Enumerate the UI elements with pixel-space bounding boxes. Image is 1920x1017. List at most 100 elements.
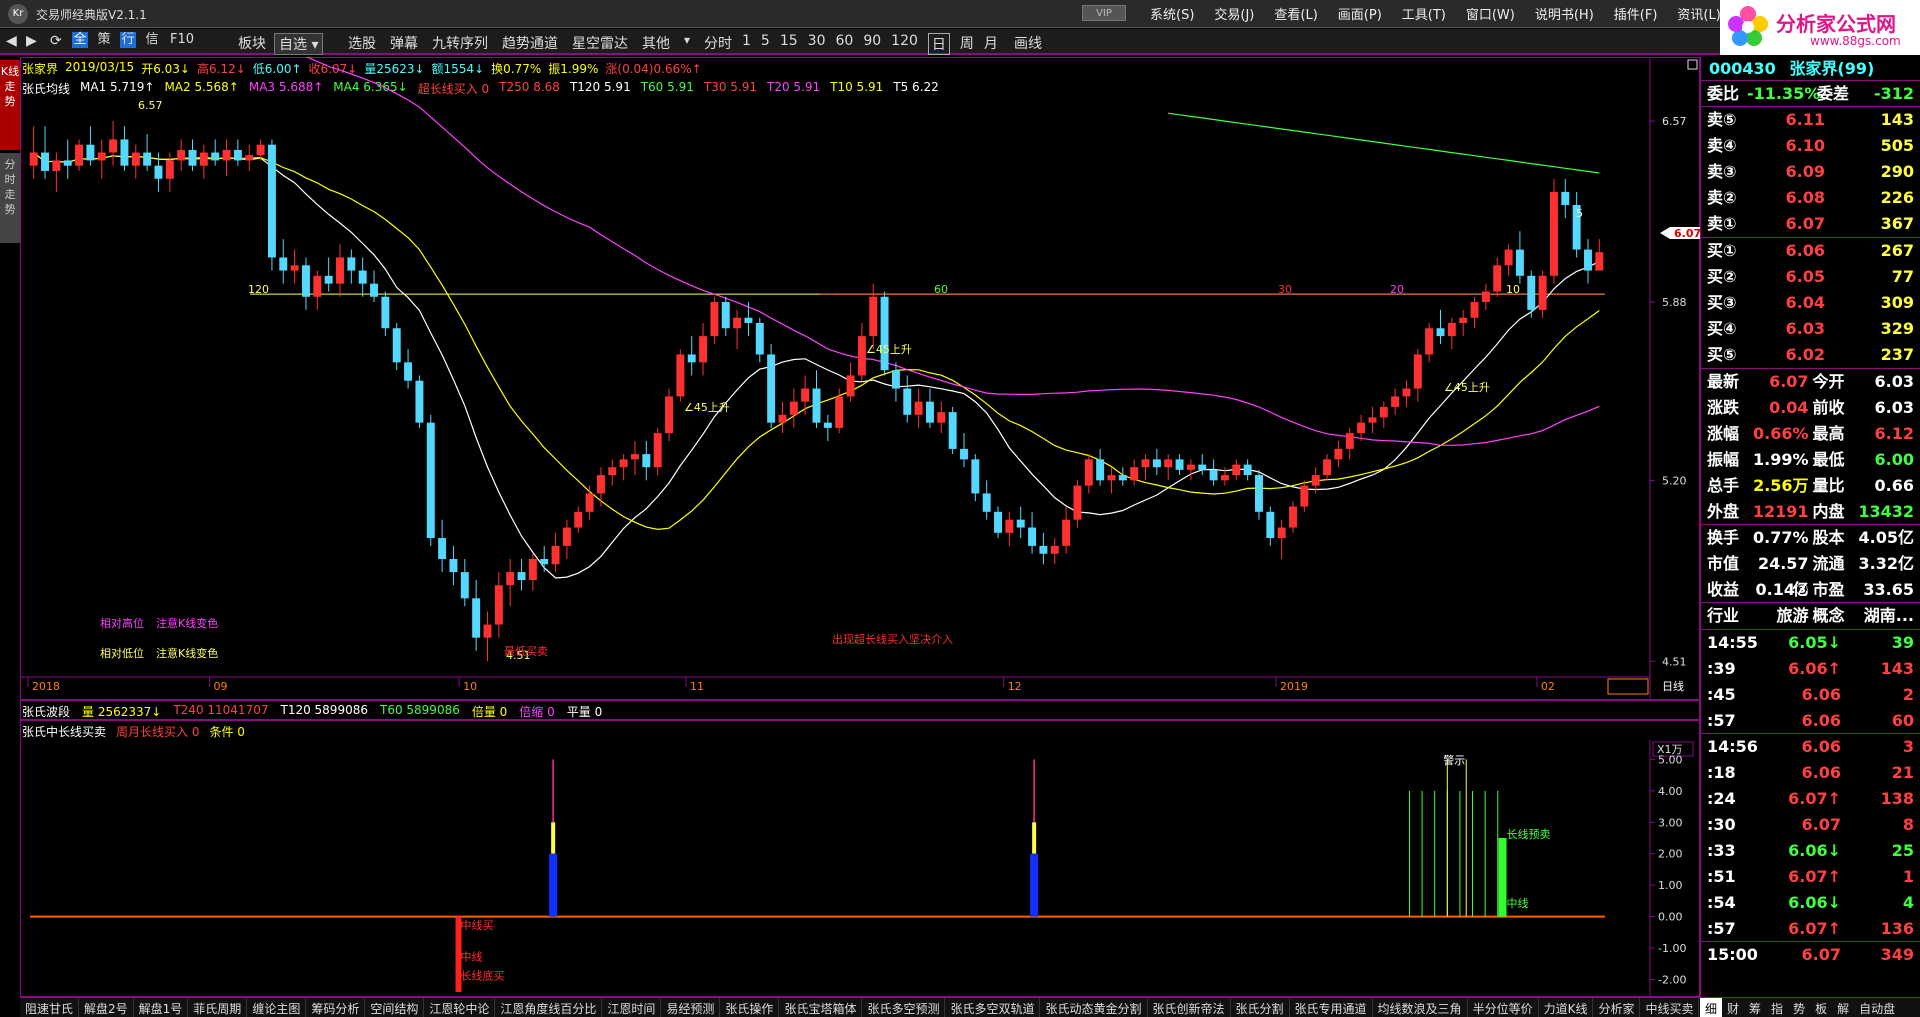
panel-tab-2[interactable]: 筹 bbox=[1744, 998, 1766, 1017]
tick-volume: 143 bbox=[1880, 659, 1914, 678]
tool-button-4[interactable]: 星空雷达 bbox=[572, 33, 628, 53]
tool-button-2[interactable]: 九转序列 bbox=[432, 33, 488, 53]
period-button-6[interactable]: 90 bbox=[863, 33, 881, 55]
panel-tab-5[interactable]: 板 bbox=[1810, 998, 1832, 1017]
flower-logo-icon bbox=[1728, 6, 1768, 46]
indicator-tab-21[interactable]: 力道K线 bbox=[1539, 998, 1594, 1017]
order-label: 买④ bbox=[1707, 319, 1737, 338]
indicator-tab-22[interactable]: 分析家 bbox=[1593, 998, 1641, 1017]
tick-volume: 3 bbox=[1902, 737, 1914, 756]
candle-body bbox=[1175, 459, 1184, 470]
candle-body bbox=[596, 475, 605, 494]
indicator-tab-6[interactable]: 空间结构 bbox=[365, 998, 425, 1017]
quick-button-0[interactable]: 全 bbox=[72, 32, 88, 48]
self-select-dropdown[interactable]: 自选 ▾ bbox=[274, 33, 324, 55]
candle-body bbox=[1198, 464, 1207, 470]
indicator-tab-18[interactable]: 张氏专用通道 bbox=[1290, 998, 1373, 1017]
tick-row: :30 6.07 8 bbox=[1701, 812, 1920, 838]
order-price: 6.07 bbox=[1785, 214, 1825, 233]
x-tick-label: 2018 bbox=[32, 680, 60, 693]
tool-button-3[interactable]: 趋势通道 bbox=[502, 33, 558, 53]
period-button-2[interactable]: 5 bbox=[761, 33, 770, 55]
panel-tab-4[interactable]: 势 bbox=[1788, 998, 1810, 1017]
menu-item-0[interactable]: 系统(S) bbox=[1140, 4, 1204, 23]
candle-body bbox=[1028, 527, 1037, 546]
candle-body bbox=[245, 155, 254, 161]
indicator-tab-3[interactable]: 菲氏周期 bbox=[188, 998, 248, 1017]
indicator-tab-9[interactable]: 江恩时间 bbox=[602, 998, 662, 1017]
menu-item-6[interactable]: 说明书(H) bbox=[1525, 4, 1604, 23]
candle-body bbox=[494, 585, 503, 625]
panel-tab-7[interactable]: 自动盘 bbox=[1854, 998, 1900, 1017]
period-button-9[interactable]: 周 bbox=[960, 33, 974, 55]
quick-button-4[interactable]: F10 bbox=[168, 32, 196, 48]
quick-button-3[interactable]: 信 bbox=[144, 32, 160, 48]
indicator-tab-15[interactable]: 张氏动态黄金分割 bbox=[1040, 998, 1148, 1017]
indicator-tab-11[interactable]: 张氏操作 bbox=[720, 998, 780, 1017]
scroll-box[interactable] bbox=[1607, 678, 1649, 695]
forward-icon[interactable]: ▶ bbox=[26, 33, 37, 49]
back-icon[interactable]: ◀ bbox=[6, 33, 17, 49]
period-button-0[interactable]: 分时 bbox=[704, 33, 732, 55]
candle-body bbox=[313, 275, 322, 297]
indicator-tab-10[interactable]: 易经预测 bbox=[661, 998, 721, 1017]
menu-item-3[interactable]: 画面(P) bbox=[1328, 4, 1392, 23]
panel-tab-1[interactable]: 财 bbox=[1722, 998, 1744, 1017]
refresh-icon[interactable]: ⟳ bbox=[50, 33, 62, 49]
panel-tab-6[interactable]: 解 bbox=[1832, 998, 1854, 1017]
indicator-tab-1[interactable]: 解盘2号 bbox=[79, 998, 134, 1017]
candle-body bbox=[755, 323, 764, 355]
indicator-tab-2[interactable]: 解盘1号 bbox=[134, 998, 189, 1017]
vip-badge[interactable]: VIP bbox=[1082, 5, 1126, 21]
stat-value: 33.65 bbox=[1863, 580, 1914, 599]
quick-button-2[interactable]: 行 bbox=[120, 32, 136, 48]
panel-tab-0[interactable]: 细 bbox=[1700, 998, 1723, 1017]
period-button-4[interactable]: 30 bbox=[808, 33, 826, 55]
period-label[interactable]: 日线 bbox=[1662, 679, 1684, 693]
period-button-10[interactable]: 月 bbox=[984, 33, 998, 55]
period-button-8[interactable]: 日 bbox=[927, 33, 950, 55]
indicator-tab-8[interactable]: 江恩角度线百分比 bbox=[495, 998, 603, 1017]
indicator-tab-7[interactable]: 江恩轮中论 bbox=[424, 998, 496, 1017]
stock-code: 000430 bbox=[1709, 59, 1776, 78]
menu-item-2[interactable]: 查看(L) bbox=[1264, 4, 1327, 23]
menu-item-7[interactable]: 插件(F) bbox=[1604, 4, 1668, 23]
indicator-tab-20[interactable]: 半分位等价 bbox=[1468, 998, 1539, 1017]
period-button-3[interactable]: 15 bbox=[780, 33, 798, 55]
header-field-7: 平量 0 bbox=[566, 705, 603, 719]
indicator-tab-12[interactable]: 张氏宝塔箱体 bbox=[779, 998, 863, 1017]
x-tick-label: 12 bbox=[1008, 680, 1022, 693]
draw-line-button[interactable]: 画线 bbox=[1014, 33, 1042, 53]
indicator-chart[interactable]: X1万5.004.003.002.001.000.00-1.00-2.00中线买… bbox=[20, 740, 1700, 997]
tool-button-5[interactable]: 其他 bbox=[642, 33, 670, 53]
menu-item-1[interactable]: 交易(J) bbox=[1204, 4, 1264, 23]
candlestick-chart[interactable]: 6.575.885.204.51201809101112201902036.57… bbox=[20, 57, 1700, 700]
period-button-5[interactable]: 60 bbox=[836, 33, 854, 55]
indicator-tab-5[interactable]: 筹码分析 bbox=[306, 998, 366, 1017]
indicator-tab-14[interactable]: 张氏多空双轨道 bbox=[945, 998, 1041, 1017]
indicator-tab-23[interactable]: 中线买卖 bbox=[1640, 998, 1700, 1017]
indicator-tab-4[interactable]: 缠论主图 bbox=[247, 998, 307, 1017]
indicator-tab-19[interactable]: 均线数浪及三角 bbox=[1373, 998, 1468, 1017]
indicator-tab-0[interactable]: 阻速甘氏 bbox=[20, 998, 80, 1017]
tools-more-chevron-icon[interactable]: ▾ bbox=[684, 33, 690, 53]
candle-body bbox=[267, 144, 276, 258]
maximize-icon[interactable] bbox=[1687, 59, 1698, 70]
tool-button-1[interactable]: 弹幕 bbox=[390, 33, 418, 53]
indicator-tab-13[interactable]: 张氏多空预测 bbox=[862, 998, 946, 1017]
indicator-tab-16[interactable]: 张氏创新帝法 bbox=[1148, 998, 1231, 1017]
quick-button-1[interactable]: 策 bbox=[96, 32, 112, 48]
stat-value: 24.57亿 bbox=[1757, 554, 1809, 599]
menu-item-5[interactable]: 窗口(W) bbox=[1456, 4, 1525, 23]
period-button-7[interactable]: 120 bbox=[891, 33, 918, 55]
order-label: 卖① bbox=[1707, 214, 1737, 233]
panel-tab-3[interactable]: 指 bbox=[1766, 998, 1788, 1017]
tool-button-0[interactable]: 选股 bbox=[348, 33, 376, 53]
indicator-tab-17[interactable]: 张氏分割 bbox=[1231, 998, 1290, 1017]
tick-volume: 2 bbox=[1902, 685, 1914, 704]
menu-item-4[interactable]: 工具(T) bbox=[1392, 4, 1456, 23]
period-button-1[interactable]: 1 bbox=[742, 33, 751, 55]
kline-view-tab[interactable]: K线走势 bbox=[0, 60, 20, 150]
timeshare-view-tab[interactable]: 分时走势 bbox=[0, 153, 20, 243]
block-button[interactable]: 板块 bbox=[238, 33, 266, 53]
